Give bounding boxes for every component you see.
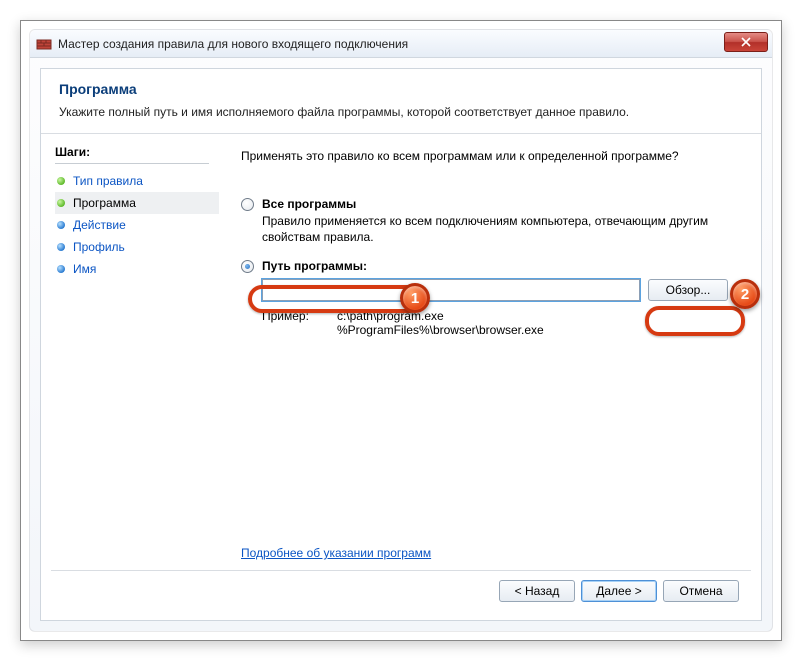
- page-subtitle: Укажите полный путь и имя исполняемого ф…: [59, 105, 743, 119]
- steps-sidebar: Шаги: Тип правила Программа Действие: [41, 135, 219, 570]
- window-frame: Мастер создания правила для нового входя…: [29, 29, 773, 632]
- program-path-radio[interactable]: [241, 260, 254, 273]
- content-row: Шаги: Тип правила Программа Действие: [41, 135, 761, 570]
- step-action[interactable]: Действие: [55, 214, 219, 236]
- all-programs-label: Все программы: [262, 197, 356, 211]
- step-label: Программа: [73, 196, 136, 210]
- program-path-input[interactable]: [262, 279, 640, 301]
- step-label: Имя: [73, 262, 96, 276]
- close-icon: [741, 37, 751, 47]
- dialog-body: Программа Укажите полный путь и имя испо…: [40, 68, 762, 621]
- bullet-icon: [57, 177, 65, 185]
- titlebar: Мастер создания правила для нового входя…: [30, 30, 772, 58]
- example-row: Пример: c:\path\program.exe %ProgramFile…: [262, 309, 739, 337]
- cancel-button[interactable]: Отмена: [663, 580, 739, 602]
- close-button[interactable]: [724, 32, 768, 52]
- next-button[interactable]: Далее >: [581, 580, 657, 602]
- steps-heading: Шаги:: [55, 145, 219, 159]
- option-program-path: Путь программы: Обзор... Пример: c:\path…: [241, 259, 739, 337]
- step-label: Профиль: [73, 240, 125, 254]
- steps-divider: [55, 163, 209, 164]
- annotation-badge-2: 2: [730, 279, 760, 309]
- all-programs-desc: Правило применяется ко всем подключениям…: [262, 213, 732, 245]
- bullet-icon: [57, 199, 65, 207]
- step-label: Действие: [73, 218, 126, 232]
- example-label: Пример:: [262, 309, 309, 337]
- prompt-text: Применять это правило ко всем программам…: [241, 149, 739, 163]
- example-values: c:\path\program.exe %ProgramFiles%\brows…: [337, 309, 544, 337]
- step-label: Тип правила: [73, 174, 143, 188]
- step-name[interactable]: Имя: [55, 258, 219, 280]
- bullet-icon: [57, 221, 65, 229]
- window-title: Мастер создания правила для нового входя…: [58, 37, 408, 51]
- program-path-label: Путь программы:: [262, 259, 367, 273]
- bullet-icon: [57, 265, 65, 273]
- step-profile[interactable]: Профиль: [55, 236, 219, 258]
- main-panel: Применять это правило ко всем программам…: [219, 135, 761, 570]
- firewall-icon: [36, 36, 52, 52]
- annotation-badge-1: 1: [400, 283, 430, 313]
- step-rule-type[interactable]: Тип правила: [55, 170, 219, 192]
- bullet-icon: [57, 243, 65, 251]
- browse-button[interactable]: Обзор...: [648, 279, 728, 301]
- step-program[interactable]: Программа: [55, 192, 219, 214]
- window-canvas: Мастер создания правила для нового входя…: [20, 20, 782, 641]
- page-title: Программа: [59, 81, 743, 97]
- back-button[interactable]: < Назад: [499, 580, 575, 602]
- dialog-header: Программа Укажите полный путь и имя испо…: [41, 69, 761, 134]
- option-all-programs: Все программы Правило применяется ко все…: [241, 197, 739, 245]
- all-programs-radio[interactable]: [241, 198, 254, 211]
- more-info-link[interactable]: Подробнее об указании программ: [241, 546, 431, 560]
- wizard-footer: < Назад Далее > Отмена: [51, 570, 751, 610]
